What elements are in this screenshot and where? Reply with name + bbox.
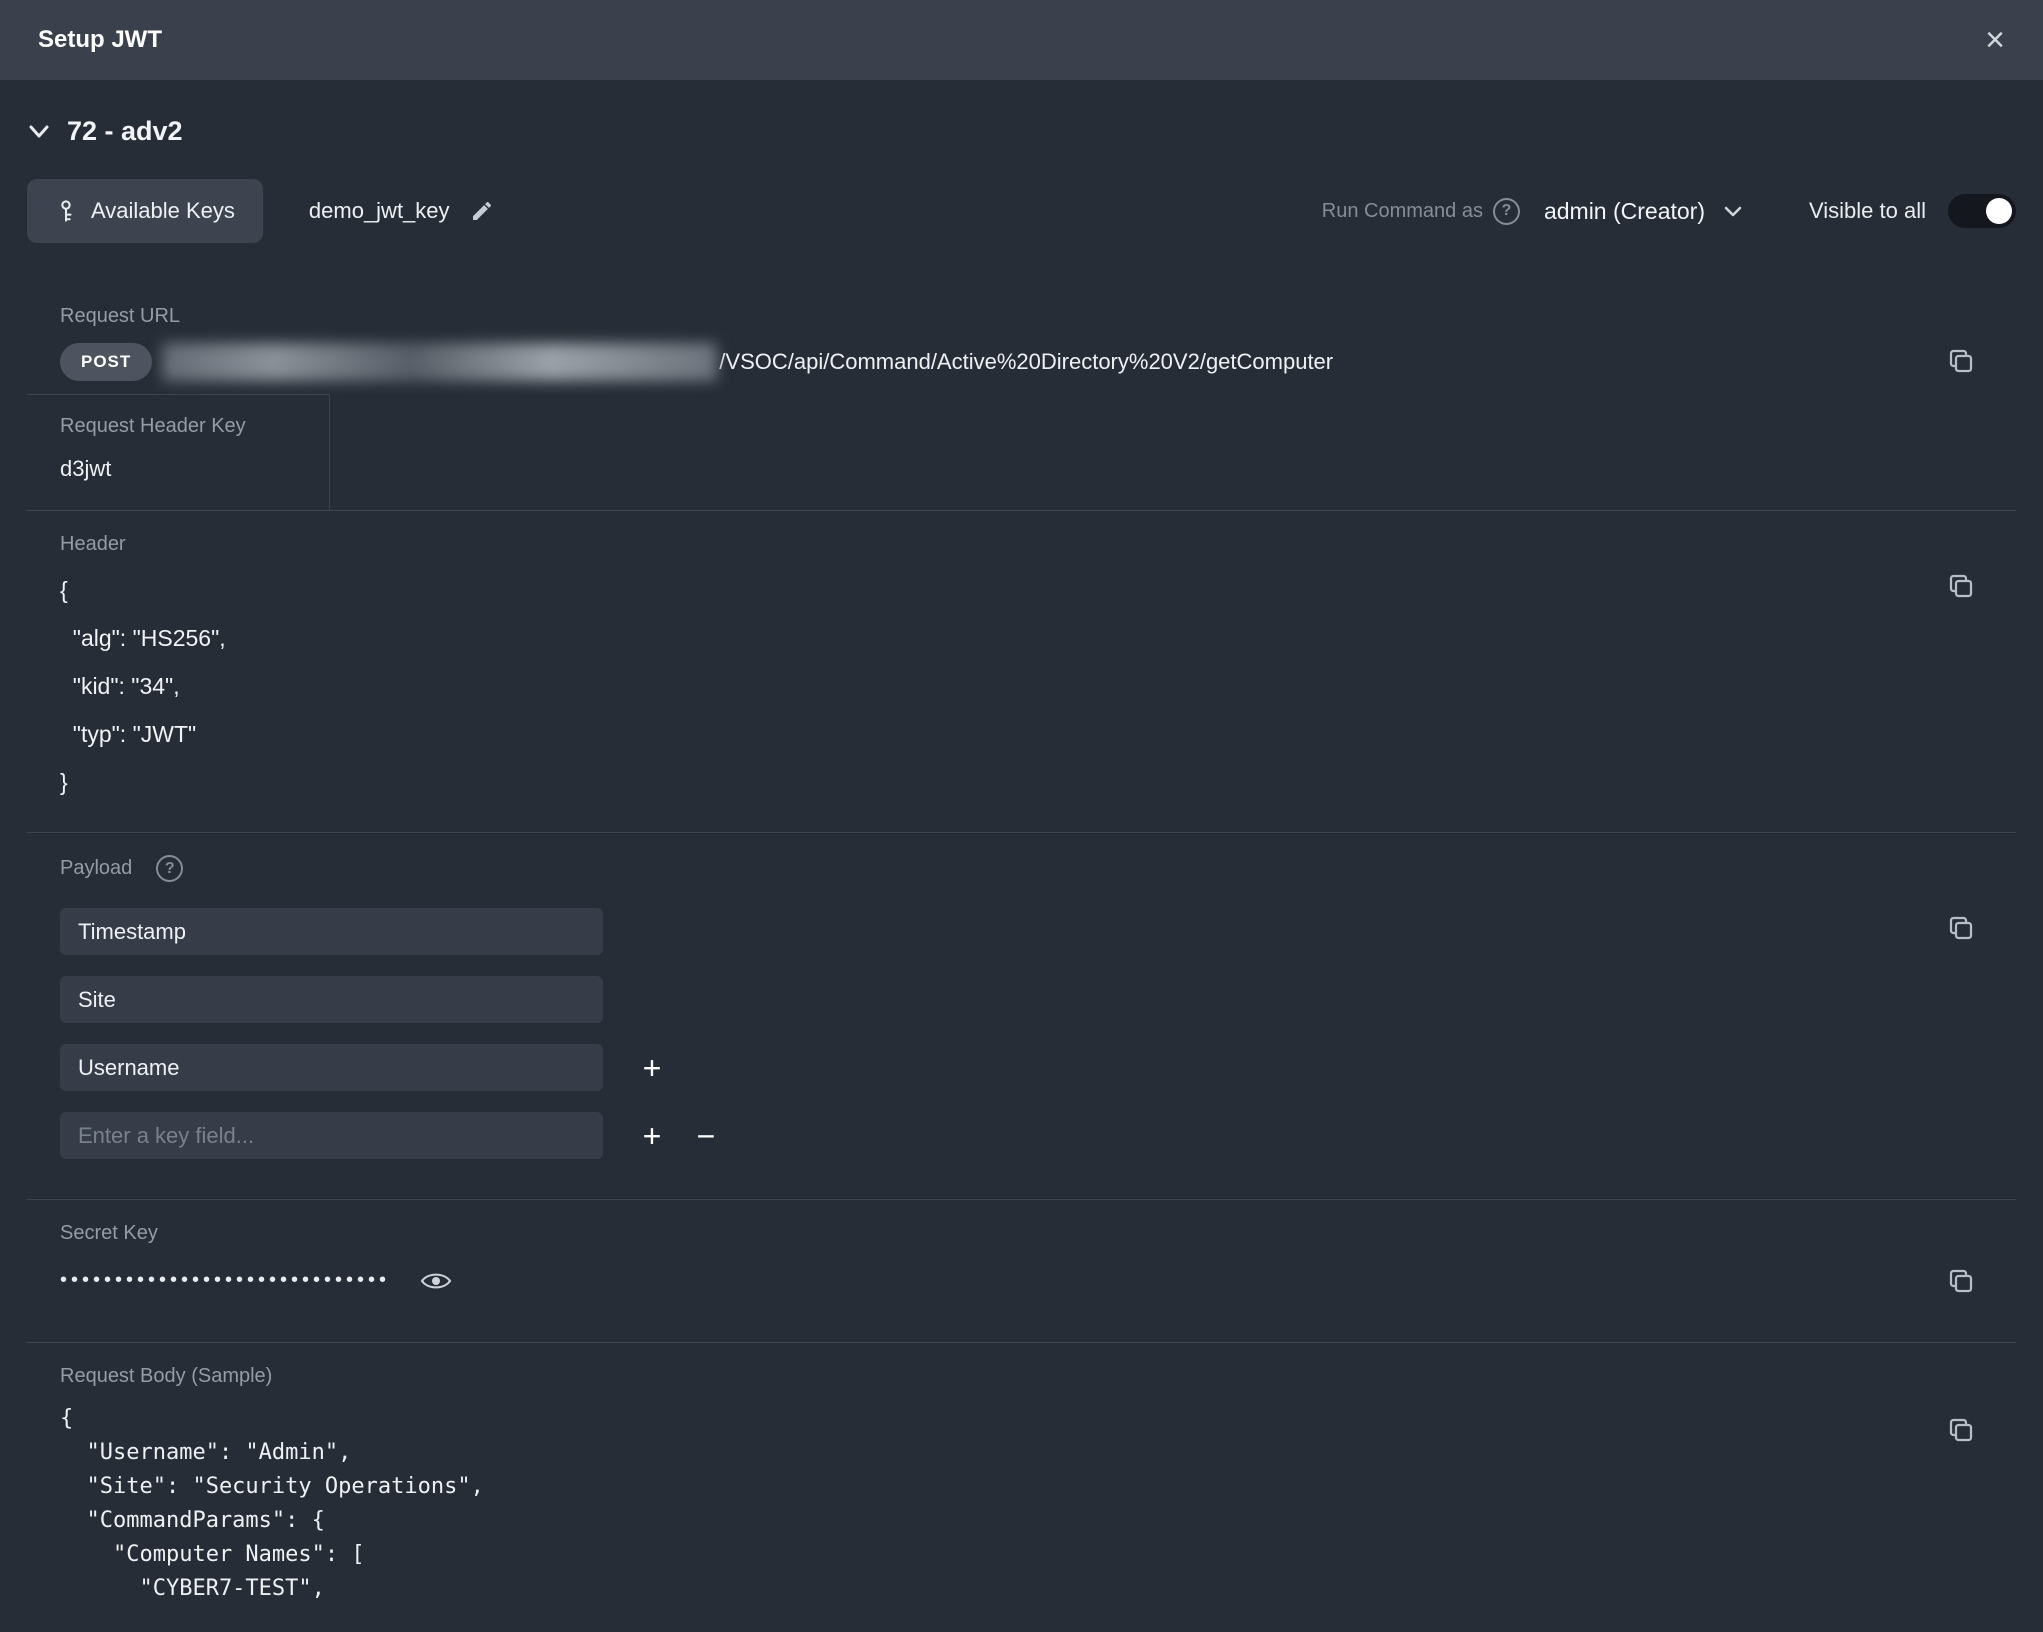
payload-new-field-input[interactable]: [60, 1112, 603, 1159]
request-url-row: POST /VSOC/api/Command/Active%20Director…: [27, 342, 2016, 382]
http-method-badge: POST: [60, 343, 152, 381]
run-command-as-dropdown[interactable]: admin (Creator): [1544, 198, 1743, 225]
payload-field-row: [60, 976, 2016, 1023]
payload-field-row: + −: [60, 1112, 2016, 1159]
toolbar: Available Keys demo_jwt_key Run Command …: [27, 179, 2016, 243]
dialog-titlebar: Setup JWT ×: [0, 0, 2043, 80]
header-json: { "alg": "HS256", "kid": "34", "typ": "J…: [60, 566, 2016, 806]
chevron-down-icon: [1723, 205, 1743, 218]
add-field-button[interactable]: +: [635, 1052, 669, 1084]
chevron-down-icon: [27, 124, 51, 140]
key-icon: [55, 199, 77, 223]
copy-body-button[interactable]: [1946, 1415, 1976, 1445]
command-section-title: 72 - adv2: [67, 116, 183, 147]
request-url-label: Request URL: [27, 305, 2016, 328]
toggle-knob: [1986, 198, 2012, 224]
payload-field-input-2[interactable]: [60, 976, 603, 1023]
redacted-url-segment: [162, 343, 717, 381]
payload-help-icon[interactable]: ?: [156, 855, 183, 882]
run-command-as-value: admin (Creator): [1544, 198, 1705, 225]
copy-secret-button[interactable]: [1946, 1266, 1976, 1296]
payload-field-input-3[interactable]: [60, 1044, 603, 1091]
remove-field-button[interactable]: −: [689, 1120, 723, 1152]
copy-icon: [1946, 913, 1976, 943]
payload-field-row: [60, 908, 2016, 955]
run-command-as-label: Run Command as: [1322, 200, 1483, 223]
run-command-help-icon[interactable]: ?: [1493, 198, 1520, 225]
request-url-path: /VSOC/api/Command/Active%20Directory%20V…: [719, 349, 1333, 375]
copy-header-button[interactable]: [1946, 571, 1976, 601]
secret-key-masked-value: ••••••••••••••••••••••••••••••: [60, 1269, 390, 1292]
edit-key-name-button[interactable]: [470, 199, 494, 223]
eye-icon: [420, 1270, 452, 1292]
payload-field-input-1[interactable]: [60, 908, 603, 955]
payload-section: Payload ? + + −: [27, 833, 2016, 1199]
copy-icon: [1946, 1415, 1976, 1445]
secret-key-section: Secret Key •••••••••••••••••••••••••••••…: [27, 1200, 2016, 1342]
available-keys-label: Available Keys: [91, 198, 235, 224]
visible-to-all-toggle[interactable]: [1948, 194, 2016, 228]
copy-icon: [1946, 571, 1976, 601]
copy-payload-button[interactable]: [1946, 913, 1976, 943]
command-section-toggle[interactable]: 72 - adv2: [27, 116, 183, 147]
payload-fields: + + −: [60, 908, 2016, 1159]
header-section: Header { "alg": "HS256", "kid": "34", "t…: [27, 511, 2016, 832]
request-header-key-cell: Request Header Key d3jwt: [27, 394, 330, 510]
secret-key-label: Secret Key: [60, 1222, 2016, 1245]
jwt-key-name: demo_jwt_key: [309, 198, 450, 224]
visible-to-all-label: Visible to all: [1809, 198, 1926, 224]
close-icon[interactable]: ×: [1985, 23, 2005, 57]
copy-icon: [1946, 1266, 1976, 1296]
header-label: Header: [60, 533, 2016, 556]
copy-icon: [1946, 346, 1976, 376]
request-body-section: Request Body (Sample) { "Username": "Adm…: [27, 1343, 2016, 1632]
payload-field-row: +: [60, 1044, 2016, 1091]
request-header-key-value: d3jwt: [60, 456, 329, 482]
dialog-content: 72 - adv2 Available Keys demo_jwt_key Ru…: [0, 116, 2043, 1632]
available-keys-button[interactable]: Available Keys: [27, 179, 263, 243]
dialog-title: Setup JWT: [38, 26, 162, 54]
reveal-secret-button[interactable]: [420, 1270, 452, 1292]
copy-url-button[interactable]: [1946, 346, 1976, 376]
pencil-icon: [470, 199, 494, 223]
request-header-key-label: Request Header Key: [60, 415, 329, 438]
toolbar-right-group: Run Command as ? admin (Creator) Visible…: [1322, 194, 2016, 228]
payload-label: Payload: [60, 857, 132, 880]
request-body-json: { "Username": "Admin", "Site": "Security…: [60, 1402, 2016, 1606]
add-field-button[interactable]: +: [635, 1120, 669, 1152]
request-body-label: Request Body (Sample): [60, 1365, 2016, 1388]
